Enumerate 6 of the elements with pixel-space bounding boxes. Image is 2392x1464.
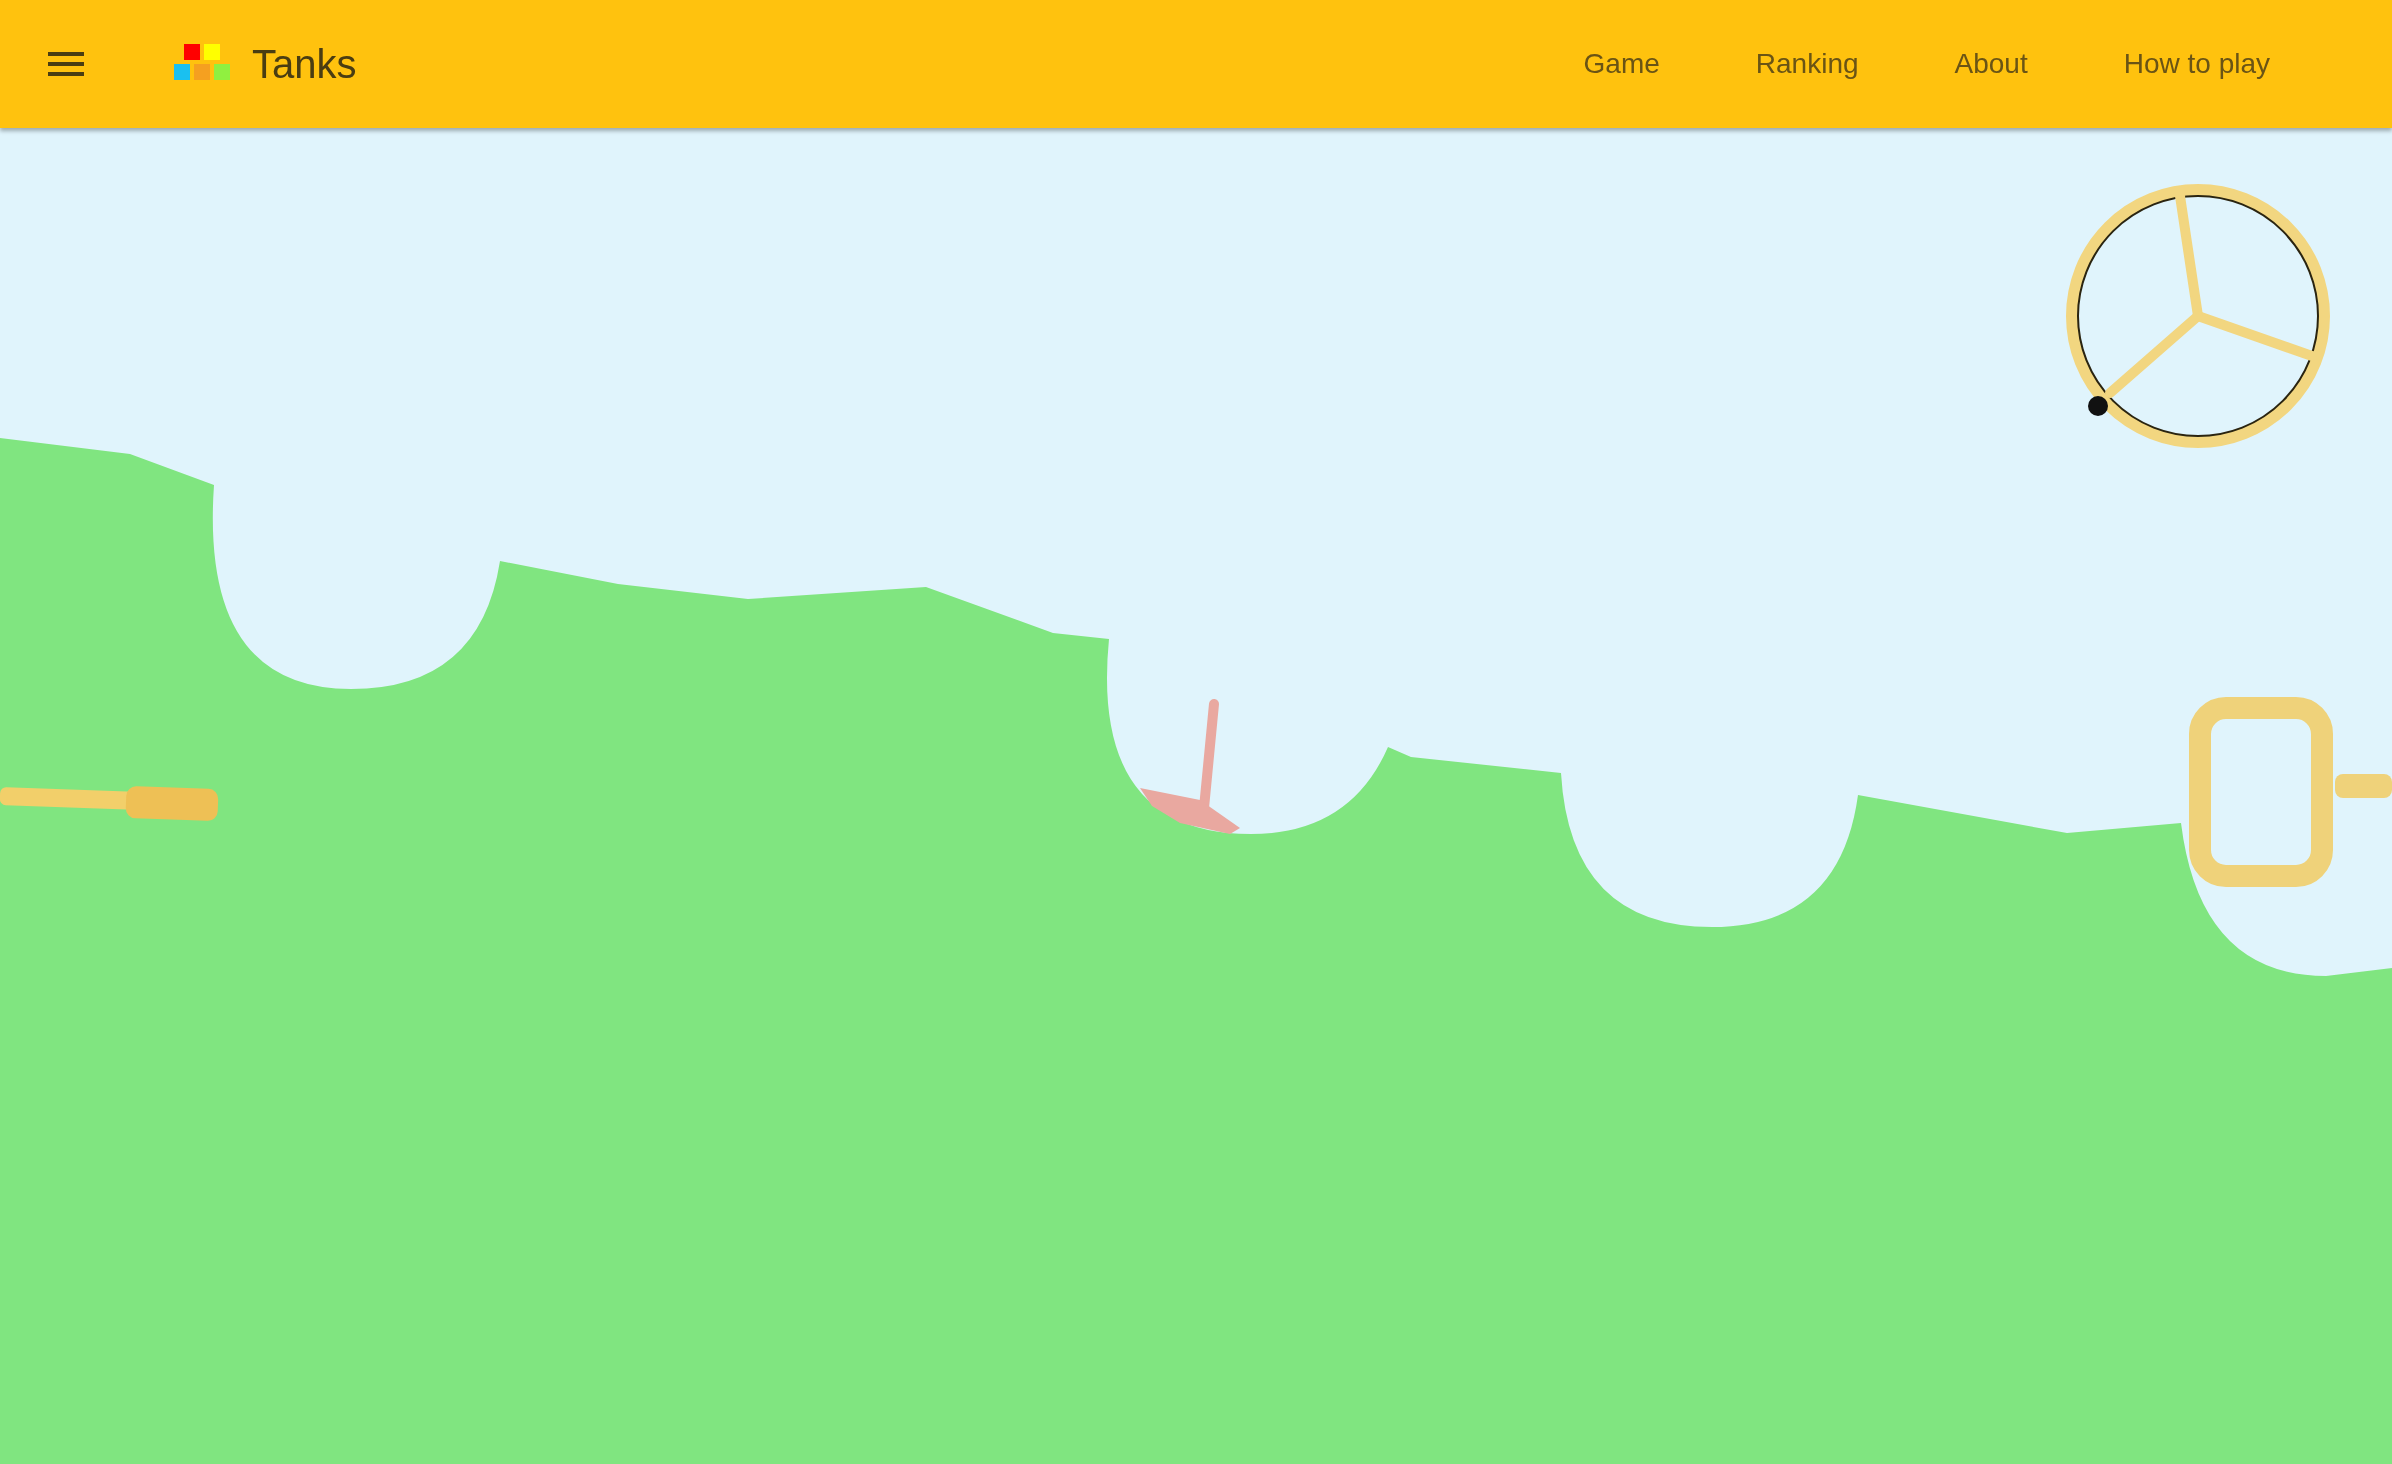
nav-link[interactable]: About bbox=[1906, 32, 2076, 96]
app-title: Tanks bbox=[252, 41, 357, 87]
nav-link[interactable]: Ranking bbox=[1707, 32, 1907, 96]
menu-icon bbox=[48, 50, 84, 78]
nav-link[interactable]: How to play bbox=[2075, 32, 2318, 96]
nav-link[interactable]: Game bbox=[1535, 32, 1708, 96]
